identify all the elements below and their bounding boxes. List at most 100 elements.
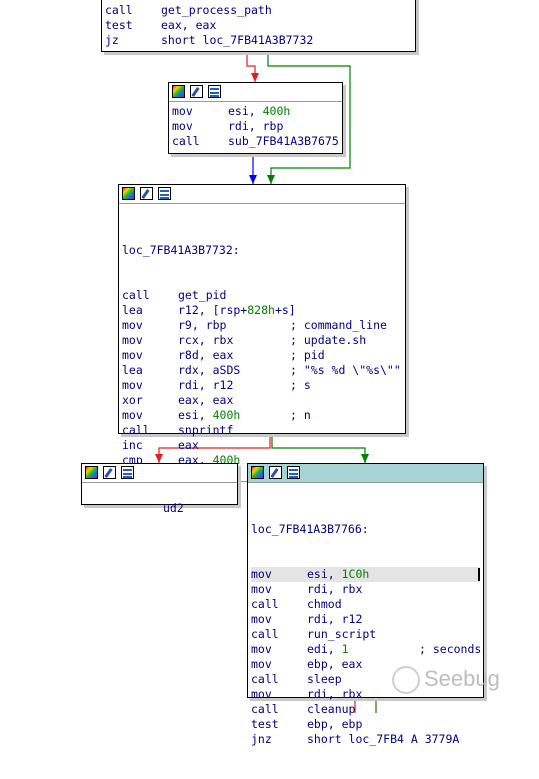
color-icon[interactable] — [122, 187, 135, 200]
instruction-line[interactable]: mov r8d, eax ; pid — [122, 348, 402, 363]
comment: ; "%s %d \"%s\"" — [290, 363, 401, 377]
comment: ; command_line — [290, 318, 387, 332]
mnemonic: mov — [122, 318, 143, 332]
instruction-line[interactable]: test eax, eax — [105, 18, 412, 33]
operands: sub_7FB41A3B7675 — [228, 134, 339, 148]
graph-icon[interactable] — [287, 466, 300, 479]
operands: esi, — [307, 567, 342, 581]
operands: rdi, r12 — [307, 612, 363, 626]
instruction-line[interactable]: lea rdx, aSDS ; "%s %d \"%s\"" — [122, 363, 402, 378]
mnemonic: call — [251, 702, 279, 716]
instruction-line[interactable]: mov rdi, r12 — [251, 612, 480, 627]
instruction-line[interactable]: test ebp, ebp — [251, 717, 480, 732]
mnemonic: mov — [122, 408, 143, 422]
instruction-line[interactable]: call chmod — [251, 597, 480, 612]
instruction-line[interactable]: mov rdi, rbx — [251, 582, 480, 597]
operands: rdi, rbp — [228, 119, 284, 133]
watermark: Seebug — [392, 660, 512, 700]
mnemonic: mov — [251, 582, 272, 596]
instruction-line[interactable]: mov esi, 400h — [172, 104, 339, 119]
operands: rdi, r12 — [178, 378, 234, 392]
mnemonic: test — [105, 18, 133, 32]
seebug-logo-icon — [392, 666, 420, 694]
instruction-line[interactable]: mov rdi, rbp — [172, 119, 339, 134]
mnemonic: lea — [122, 363, 143, 377]
mnemonic: jnz — [251, 732, 272, 746]
mnemonic: call — [251, 627, 279, 641]
instruction-line[interactable]: call get_pid — [122, 288, 402, 303]
edit-icon[interactable] — [269, 466, 282, 479]
operands: rdi, rbx — [307, 582, 363, 596]
block-header — [82, 464, 237, 483]
operands: cleanup — [307, 702, 356, 716]
code-block-main[interactable]: loc_7FB41A3B7732: call get_pid lea r12, [rs… — [118, 184, 406, 482]
text-cursor — [478, 568, 480, 581]
edit-icon[interactable] — [140, 187, 153, 200]
arrow-head — [251, 73, 259, 82]
mnemonic: lea — [122, 303, 143, 317]
graph-icon[interactable] — [158, 187, 171, 200]
arrow-head — [267, 175, 275, 184]
instruction-line[interactable]: jnz short loc_7FB4 A 3779A — [251, 732, 480, 747]
operands: r12, [rsp+ — [178, 303, 248, 317]
operands: short loc_7FB4 A 3779A — [307, 732, 460, 746]
operands: run_script — [307, 627, 377, 641]
instruction-line[interactable]: call get_process_path — [105, 3, 412, 18]
operands: eax — [178, 438, 199, 452]
immediate-value: 1 — [341, 642, 349, 656]
operands: r8d, eax — [178, 348, 234, 362]
operands: edi, — [307, 642, 342, 656]
instruction-line[interactable]: mov edi, 1 ; seconds — [251, 642, 481, 657]
operands: chmod — [307, 597, 342, 611]
code-block-top[interactable]: call get_process_path test eax, eax jz short … — [101, 0, 416, 52]
block-label: loc_7FB41A3B7766: — [251, 522, 369, 536]
edit-icon[interactable] — [190, 85, 203, 98]
instruction-line[interactable]: inc eax — [122, 438, 402, 453]
instruction-line[interactable]: lea r12, [rsp+828h+s] — [122, 303, 402, 318]
mnemonic: mov — [251, 612, 272, 626]
code-block-mid[interactable]: mov esi, 400h mov rdi, rbp call sub_7FB41A3B7… — [168, 82, 343, 154]
instruction-line[interactable]: call run_script — [251, 627, 480, 642]
instruction-line[interactable]: mov rdi, r12 ; s — [122, 378, 402, 393]
mnemonic: call — [251, 597, 279, 611]
instruction-line[interactable]: xor eax, eax — [122, 393, 402, 408]
mnemonic: mov — [172, 104, 193, 118]
operands: eax, eax — [161, 18, 217, 32]
mnemonic: inc — [122, 438, 143, 452]
instruction-line[interactable]: mov rcx, rbx ; update.sh — [122, 333, 402, 348]
color-icon[interactable] — [251, 466, 264, 479]
instruction-line[interactable]: call snprintf — [122, 423, 402, 438]
graph-icon[interactable] — [121, 466, 134, 479]
mnemonic: jz — [105, 33, 119, 47]
immediate-value: 828h — [247, 303, 275, 317]
mnemonic: xor — [122, 393, 143, 407]
mnemonic: mov — [172, 119, 193, 133]
block-label: loc_7FB41A3B7732: — [122, 243, 240, 257]
mnemonic: call — [105, 3, 133, 17]
instruction-line[interactable]: call sub_7FB41A3B7675 — [172, 134, 339, 149]
instruction-line[interactable]: call cleanup — [251, 702, 480, 717]
mnemonic: call — [172, 134, 200, 148]
operands: sleep — [307, 672, 342, 686]
code-block-ud2[interactable]: ud2 — [81, 463, 238, 515]
comment: ; update.sh — [290, 333, 367, 347]
instruction-line[interactable]: jz short loc_7FB41A3B7732 — [105, 33, 412, 48]
comment: ; s — [290, 378, 311, 392]
operands-tail: +s] — [274, 303, 296, 317]
color-icon[interactable] — [172, 85, 185, 98]
watermark-text: Seebug — [424, 666, 500, 691]
graph-icon[interactable] — [208, 85, 221, 98]
edit-icon[interactable] — [103, 466, 116, 479]
instruction-line[interactable]: mov r9, rbp ; command_line — [122, 318, 402, 333]
operands: rdi, rbx — [307, 687, 363, 701]
comment: ; pid — [290, 348, 325, 362]
operands: esi, — [228, 104, 263, 118]
mnemonic: call — [251, 672, 279, 686]
instruction-line[interactable]: mov esi, 400h ; n — [122, 408, 402, 423]
mnemonic: mov — [251, 567, 272, 581]
mnemonic: mov — [251, 657, 272, 671]
operands: esi, — [178, 408, 213, 422]
operands: get_pid — [178, 288, 227, 302]
instruction-line[interactable]: mov esi, 1C0h — [251, 567, 480, 582]
color-icon[interactable] — [85, 466, 98, 479]
